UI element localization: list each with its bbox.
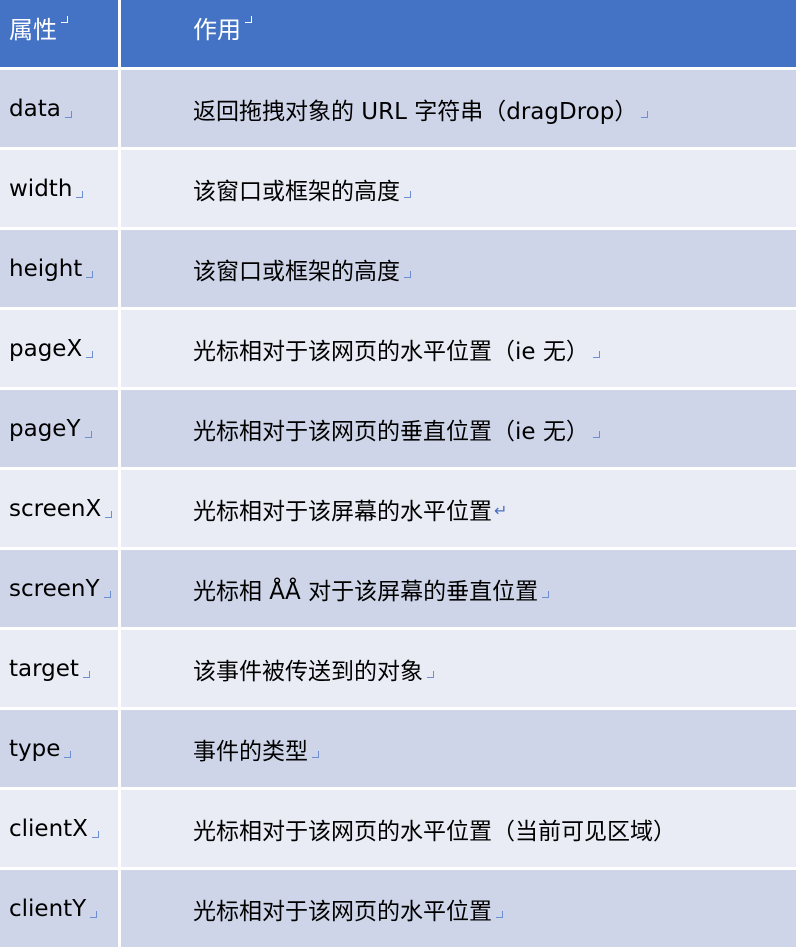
paragraph-mark-icon xyxy=(90,911,98,918)
property-desc-cell: 光标相 ÅÅ 对于该屏幕的垂直位置 xyxy=(121,550,796,627)
property-desc-cell: 光标相对于该屏幕的水平位置 ↵ xyxy=(121,470,796,547)
property-name-cell: type xyxy=(0,710,121,787)
property-name-cell: width xyxy=(0,150,121,227)
property-desc-cell: 该窗口或框架的高度 xyxy=(121,230,796,307)
property-description: 该事件被传送到的对象 xyxy=(193,658,423,685)
property-name: height xyxy=(9,255,83,282)
property-desc-cell: 该事件被传送到的对象 xyxy=(121,630,796,707)
property-name: width xyxy=(9,175,73,202)
table-row: data 返回拖拽对象的 URL 字符串（dragDrop） xyxy=(0,70,796,150)
property-desc-cell: 该窗口或框架的高度 xyxy=(121,150,796,227)
property-description: 光标相对于该网页的水平位置（ie 无） xyxy=(193,338,589,365)
table-row: type 事件的类型 xyxy=(0,710,796,790)
paragraph-mark-icon xyxy=(245,16,252,23)
property-name: pageY xyxy=(9,415,81,442)
property-name-cell: screenY xyxy=(0,550,121,627)
paragraph-mark-icon xyxy=(641,111,649,118)
property-desc-cell: 返回拖拽对象的 URL 字符串（dragDrop） xyxy=(121,70,796,147)
paragraph-mark-icon xyxy=(592,351,600,358)
property-description: 光标相对于该网页的垂直位置（ie 无） xyxy=(193,418,589,445)
paragraph-mark-icon xyxy=(64,751,72,758)
table-row: clientX 光标相对于该网页的水平位置（当前可见区域） xyxy=(0,790,796,870)
paragraph-mark-icon xyxy=(76,191,84,198)
property-description: 光标相对于该屏幕的水平位置 xyxy=(193,498,492,525)
property-name: screenX xyxy=(9,495,102,522)
line-break-icon: ↵ xyxy=(494,501,508,520)
property-name-cell: height xyxy=(0,230,121,307)
table-row: screenX 光标相对于该屏幕的水平位置 ↵ xyxy=(0,470,796,550)
property-name: data xyxy=(9,95,61,122)
paragraph-mark-icon xyxy=(84,431,92,438)
property-name-cell: clientX xyxy=(0,790,121,867)
paragraph-mark-icon xyxy=(105,511,113,518)
property-name: type xyxy=(9,735,61,762)
header-cell-effect: 作用 xyxy=(121,0,796,67)
table-row: clientY 光标相对于该网页的水平位置 xyxy=(0,870,796,950)
property-desc-cell: 事件的类型 xyxy=(121,710,796,787)
paragraph-mark-icon xyxy=(496,911,503,918)
table-row: pageX 光标相对于该网页的水平位置（ie 无） xyxy=(0,310,796,390)
paragraph-mark-icon xyxy=(91,831,99,838)
event-properties-table: 属性 作用 data 返回拖拽对象的 URL 字符串（dragDrop） wid… xyxy=(0,0,796,950)
property-description: 该窗口或框架的高度 xyxy=(193,178,400,205)
property-description: 光标相 ÅÅ 对于该屏幕的垂直位置 xyxy=(193,578,539,605)
property-name: target xyxy=(9,655,79,682)
property-desc-cell: 光标相对于该网页的垂直位置（ie 无） xyxy=(121,390,796,467)
property-desc-cell: 光标相对于该网页的水平位置 xyxy=(121,870,796,947)
property-name-cell: data xyxy=(0,70,121,147)
table-row: target 该事件被传送到的对象 xyxy=(0,630,796,710)
property-name-cell: pageY xyxy=(0,390,121,467)
property-name: screenY xyxy=(9,575,100,602)
property-description: 返回拖拽对象的 URL 字符串（dragDrop） xyxy=(193,98,638,125)
table-header: 属性 作用 xyxy=(0,0,796,70)
property-name: clientY xyxy=(9,895,87,922)
paragraph-mark-icon xyxy=(103,591,111,598)
property-description: 光标相对于该网页的水平位置 xyxy=(193,898,492,925)
paragraph-mark-icon xyxy=(64,111,72,118)
table-row: pageY 光标相对于该网页的垂直位置（ie 无） xyxy=(0,390,796,470)
property-description: 该窗口或框架的高度 xyxy=(193,258,400,285)
property-name-cell: clientY xyxy=(0,870,121,947)
property-name-cell: target xyxy=(0,630,121,707)
property-description: 光标相对于该网页的水平位置（当前可见区域） xyxy=(193,818,676,845)
paragraph-mark-icon xyxy=(427,671,434,678)
header-cell-attribute: 属性 xyxy=(0,0,121,67)
paragraph-mark-icon xyxy=(86,271,94,278)
property-desc-cell: 光标相对于该网页的水平位置（ie 无） xyxy=(121,310,796,387)
property-name: clientX xyxy=(9,815,88,842)
paragraph-mark-icon xyxy=(404,271,411,278)
property-description: 事件的类型 xyxy=(193,738,308,765)
property-name: pageX xyxy=(9,335,83,362)
property-name-cell: pageX xyxy=(0,310,121,387)
table-row: screenY 光标相 ÅÅ 对于该屏幕的垂直位置 xyxy=(0,550,796,630)
paragraph-mark-icon xyxy=(82,671,90,678)
table-row: width 该窗口或框架的高度 xyxy=(0,150,796,230)
paragraph-mark-icon xyxy=(592,431,600,438)
paragraph-mark-icon xyxy=(61,16,68,23)
table-row: height 该窗口或框架的高度 xyxy=(0,230,796,310)
paragraph-mark-icon xyxy=(86,351,94,358)
header-attribute-label: 属性 xyxy=(9,16,57,44)
paragraph-mark-icon xyxy=(404,191,411,198)
header-effect-label: 作用 xyxy=(193,16,241,44)
property-desc-cell: 光标相对于该网页的水平位置（当前可见区域） xyxy=(121,790,796,867)
paragraph-mark-icon xyxy=(542,591,550,598)
property-name-cell: screenX xyxy=(0,470,121,547)
paragraph-mark-icon xyxy=(312,751,319,758)
